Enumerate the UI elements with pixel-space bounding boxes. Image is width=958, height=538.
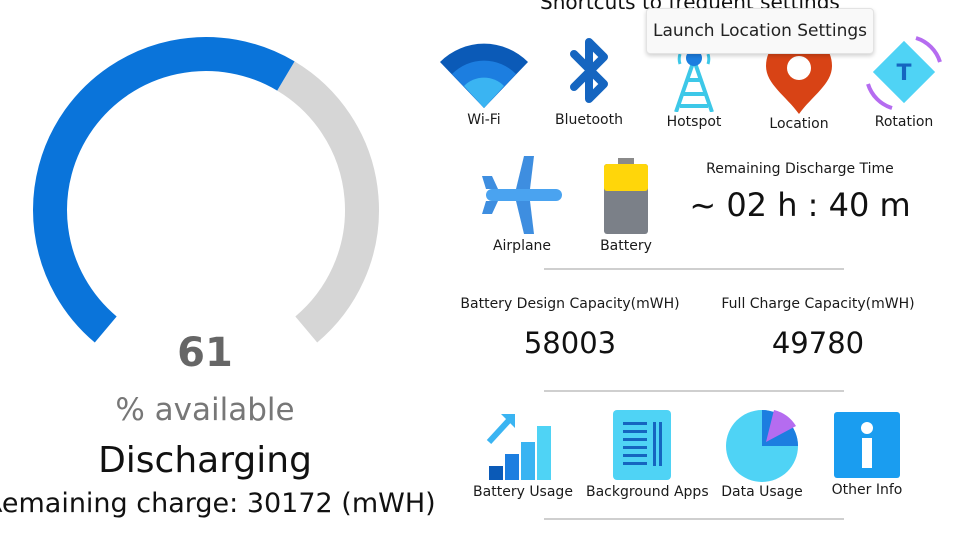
remaining-charge: Remaining charge: 30172 (mWH) — [0, 488, 436, 519]
bluetooth-label: Bluetooth — [555, 112, 623, 128]
info-icon — [834, 412, 900, 478]
full-capacity-label: Full Charge Capacity(mWH) — [721, 296, 915, 312]
battery-icon — [604, 158, 648, 234]
wifi-icon — [440, 43, 528, 108]
gauge-ring — [33, 37, 379, 343]
hotspot-label: Hotspot — [666, 114, 722, 130]
data-usage-label: Data Usage — [721, 484, 803, 500]
divider-2 — [544, 390, 844, 392]
airplane-label: Airplane — [492, 238, 552, 254]
battery-shortcut[interactable]: Battery — [576, 156, 676, 254]
other-info-shortcut[interactable]: Other Info — [817, 410, 917, 498]
discharge-time-label: Remaining Discharge Time — [706, 161, 894, 177]
design-capacity-value: 58003 — [523, 326, 617, 360]
charging-status: Discharging — [98, 440, 312, 481]
rotation-icon: T — [866, 36, 942, 110]
divider-3 — [544, 518, 844, 520]
battery-usage-shortcut[interactable]: Battery Usage — [473, 410, 573, 500]
other-info-label: Other Info — [831, 482, 903, 498]
divider-1 — [544, 268, 844, 270]
rotation-glyph: T — [896, 61, 911, 86]
location-label: Location — [769, 116, 829, 132]
rotation-label: Rotation — [874, 114, 934, 130]
background-apps-label: Background Apps — [586, 484, 709, 500]
wifi-label: Wi-Fi — [467, 112, 501, 128]
wifi-shortcut[interactable]: Wi-Fi — [434, 38, 534, 128]
data-usage-pie-icon — [726, 410, 798, 482]
data-usage-shortcut[interactable]: Data Usage — [712, 406, 812, 500]
location-tooltip: Launch Location Settings — [646, 8, 874, 54]
gauge-track — [276, 61, 379, 343]
design-capacity-label: Battery Design Capacity(mWH) — [460, 296, 680, 312]
battery-usage-icon — [486, 414, 551, 480]
airplane-icon — [482, 156, 562, 234]
bluetooth-icon — [570, 38, 608, 103]
bluetooth-shortcut[interactable]: Bluetooth — [539, 34, 639, 128]
background-apps-shortcut[interactable]: Background Apps — [586, 408, 709, 500]
background-apps-icon — [613, 410, 671, 480]
battery-percent: 61 — [177, 330, 233, 376]
full-capacity-value: 49780 — [771, 326, 865, 360]
battery-usage-label: Battery Usage — [473, 484, 573, 500]
gauge-fill — [33, 37, 295, 343]
battery-label: Battery — [600, 238, 652, 254]
discharge-time-value: ~ 02 h : 40 m — [689, 186, 911, 224]
battery-gauge — [28, 34, 384, 374]
available-label: % available — [115, 392, 295, 428]
airplane-shortcut[interactable]: Airplane — [472, 154, 572, 254]
